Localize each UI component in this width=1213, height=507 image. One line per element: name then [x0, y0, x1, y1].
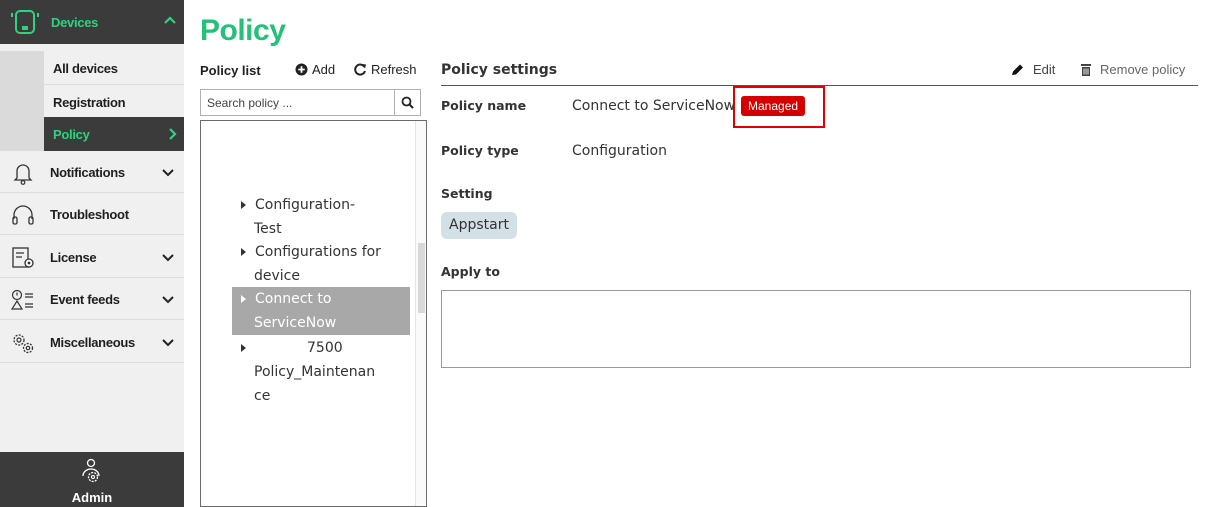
add-label: Add	[312, 62, 336, 77]
sidebar-item-notifications[interactable]: Notifications	[0, 152, 184, 193]
tree-item-connect-to-servicenow[interactable]: Connect to ServiceNow	[232, 287, 410, 335]
gears-icon	[13, 334, 34, 354]
app-root: Devices All devices Registration Policy	[0, 0, 1213, 507]
policy-type-label: Policy type	[441, 143, 519, 158]
trash-icon	[1081, 64, 1091, 76]
event-feeds-icon	[10, 289, 33, 310]
tree-item-configurations-for-device[interactable]: Configurations for device	[232, 240, 410, 288]
sidebar-item-label: Event feeds	[50, 292, 120, 307]
sidebar-item-label: Miscellaneous	[50, 335, 135, 350]
setting-label: Setting	[441, 186, 493, 201]
tree-item-line: device	[254, 268, 300, 284]
refresh-button[interactable]: Refresh	[354, 62, 417, 77]
expand-arrow-icon[interactable]	[241, 201, 246, 209]
chevron-up-icon	[164, 16, 176, 24]
tree-item-line: Policy_Maintenan	[254, 364, 376, 380]
chevron-right-icon	[169, 128, 177, 140]
tree-item-line: ce	[254, 388, 271, 404]
admin-user-icon	[82, 458, 100, 483]
chevron-down-icon	[162, 254, 174, 262]
tree-item-7500-policy-maintenance[interactable]: 7500 Policy_Maintenan ce	[232, 336, 410, 408]
chevron-down-icon	[162, 339, 174, 347]
search-icon	[401, 96, 414, 109]
tree-item-line: ServiceNow	[254, 315, 337, 331]
search-box	[200, 89, 421, 116]
apply-to-box[interactable]	[441, 290, 1191, 368]
sidebar-item-all-devices[interactable]: All devices	[0, 51, 184, 85]
sidebar-section-label: Devices	[51, 14, 99, 30]
refresh-label: Refresh	[371, 62, 417, 77]
tree-item-line: Connect to	[255, 291, 332, 307]
sidebar-item-label: Registration	[53, 95, 126, 110]
refresh-icon	[354, 63, 366, 76]
policy-list-title: Policy list	[200, 63, 261, 78]
policy-type-value: Configuration	[572, 143, 667, 159]
sidebar-item-label: Policy	[53, 127, 90, 142]
sidebar-item-label: Troubleshoot	[50, 207, 129, 222]
chevron-down-icon	[162, 296, 174, 304]
sidebar-item-license[interactable]: License	[0, 237, 184, 278]
tree-item-line: Test	[254, 221, 282, 237]
sidebar-item-label: All devices	[53, 61, 118, 76]
policy-tree: Configuration- Test Configurations for d…	[200, 120, 427, 507]
tree-scrollbar[interactable]	[415, 121, 426, 506]
apply-to-label: Apply to	[441, 264, 500, 279]
tree-item-line: 7500	[307, 340, 343, 356]
expand-arrow-icon[interactable]	[241, 295, 246, 303]
sidebar-item-event-feeds[interactable]: Event feeds	[0, 279, 184, 320]
edit-button[interactable]: Edit	[1010, 62, 1055, 77]
remove-policy-button[interactable]: Remove policy	[1080, 62, 1185, 77]
expand-arrow-icon[interactable]	[241, 344, 246, 352]
sidebar-item-troubleshoot[interactable]: Troubleshoot	[0, 194, 184, 235]
policy-name-value: Connect to ServiceNow	[572, 98, 736, 114]
edit-label: Edit	[1033, 62, 1056, 77]
admin-label: Admin	[71, 490, 113, 505]
sidebar: Devices All devices Registration Policy	[0, 0, 184, 507]
chevron-down-icon	[162, 169, 174, 177]
headset-icon	[12, 205, 34, 225]
expand-arrow-icon[interactable]	[241, 248, 246, 256]
bell-icon	[13, 164, 33, 185]
search-input[interactable]	[201, 90, 395, 115]
sidebar-item-label: Notifications	[50, 165, 125, 180]
sidebar-item-miscellaneous[interactable]: Miscellaneous	[0, 322, 184, 363]
scrollbar-thumb[interactable]	[418, 243, 425, 313]
search-button[interactable]	[394, 90, 420, 115]
sidebar-item-registration[interactable]: Registration	[0, 85, 184, 119]
tree-item-line: Configurations for	[255, 244, 381, 260]
sidebar-item-policy[interactable]: Policy	[0, 117, 184, 151]
sidebar-item-label: License	[50, 250, 97, 265]
page-title: Policy	[200, 14, 286, 47]
policy-name-label: Policy name	[441, 98, 527, 113]
remove-policy-label: Remove policy	[1100, 62, 1186, 77]
add-policy-button[interactable]: Add	[295, 62, 335, 77]
sidebar-section-devices[interactable]: Devices	[0, 0, 184, 44]
policy-settings-title: Policy settings	[441, 62, 558, 78]
pencil-icon	[1012, 64, 1023, 75]
managed-badge: Managed	[741, 96, 806, 116]
devices-icon	[11, 10, 39, 34]
tree-item-line: Configuration-	[255, 197, 355, 213]
license-icon	[12, 247, 34, 268]
plus-circle-icon	[295, 63, 308, 76]
admin-button[interactable]: Admin	[0, 452, 184, 507]
tree-item-configuration-test[interactable]: Configuration- Test	[232, 193, 410, 241]
setting-chip-appstart[interactable]: Appstart	[441, 212, 517, 239]
